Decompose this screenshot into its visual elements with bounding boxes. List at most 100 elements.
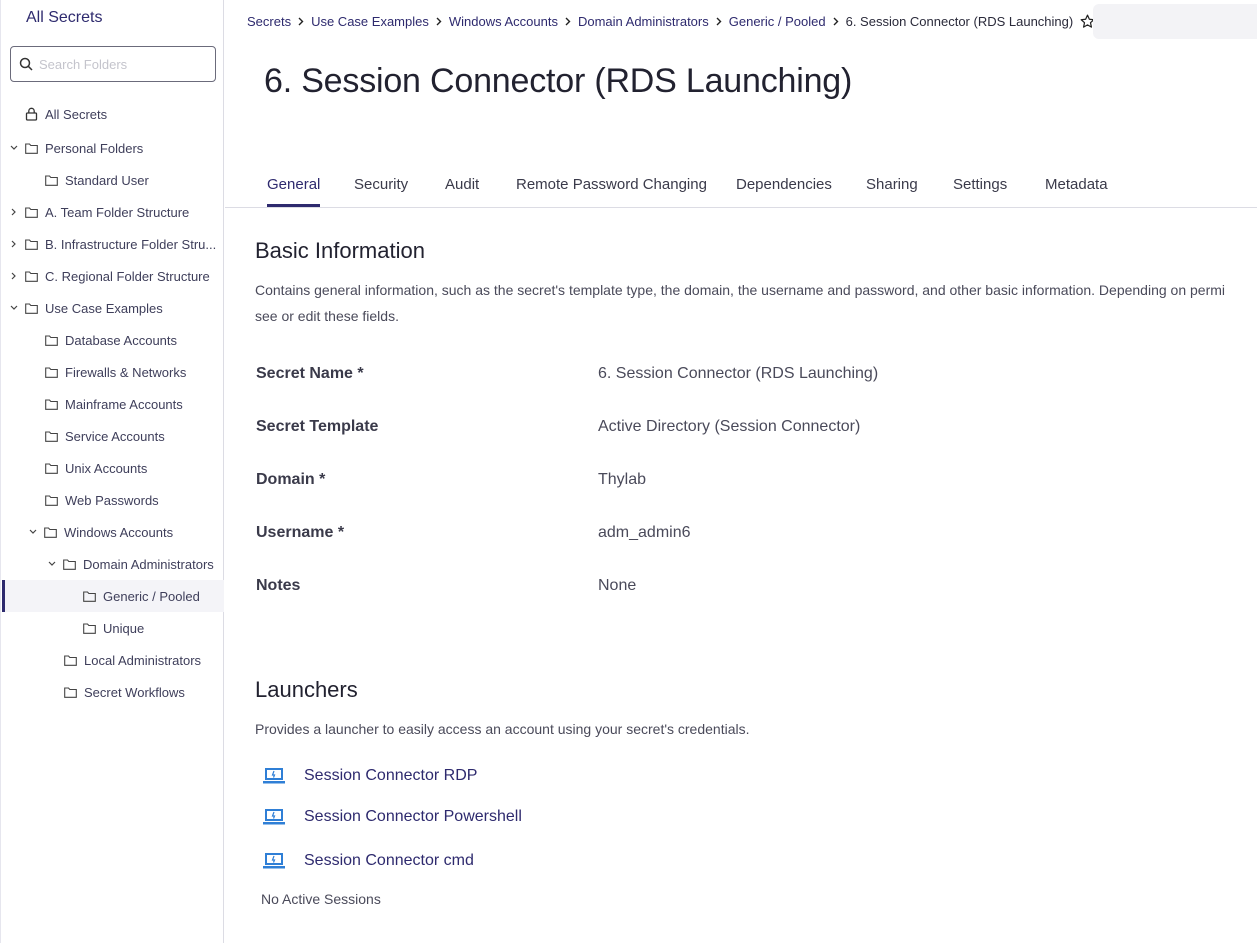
sidebar-item-label: Domain Administrators <box>83 556 214 572</box>
sidebar-item-label: Use Case Examples <box>45 300 163 316</box>
sidebar-item-label: C. Regional Folder Structure <box>45 268 210 284</box>
sidebar-item-unique[interactable]: Unique <box>83 615 144 641</box>
sidebar-item-label: Personal Folders <box>45 140 144 156</box>
lock-icon <box>25 107 38 121</box>
sidebar-item-personal-folders[interactable]: Personal Folders <box>9 135 143 161</box>
sidebar-item-generic-pooled[interactable]: Generic / Pooled <box>83 583 200 609</box>
chevron-right-icon <box>436 17 442 26</box>
folder-icon <box>45 430 58 442</box>
sidebar-item-use-case-examples[interactable]: Use Case Examples <box>9 295 163 321</box>
search-icon <box>19 57 33 71</box>
launcher-label[interactable]: Session Connector cmd <box>304 852 474 870</box>
sidebar-item-secret-workflows[interactable]: Secret Workflows <box>64 679 185 705</box>
sidebar-item-label: Unix Accounts <box>65 460 148 476</box>
chevron-right-icon <box>298 17 304 26</box>
laptop-icon <box>263 768 285 784</box>
sidebar-item-web-passwords[interactable]: Web Passwords <box>45 487 159 513</box>
breadcrumb-link[interactable]: Use Case Examples <box>311 14 429 29</box>
folder-icon <box>63 558 76 570</box>
folder-icon <box>25 270 38 282</box>
chevron-down-icon[interactable] <box>28 529 38 535</box>
launcher-session-connector-cmd[interactable]: Session Connector cmd <box>263 852 474 870</box>
sidebar-item-infrastructure-folder-structure[interactable]: B. Infrastructure Folder Stru... <box>9 231 221 257</box>
sidebar-item-local-administrators[interactable]: Local Administrators <box>64 647 201 673</box>
domain-value: Thylab <box>598 471 647 488</box>
launchers-heading: Launchers <box>255 677 358 702</box>
sidebar-item-label: Database Accounts <box>65 332 178 348</box>
sidebar-item-regional-folder-structure[interactable]: C. Regional Folder Structure <box>9 263 210 289</box>
breadcrumb-link[interactable]: Domain Administrators <box>578 14 709 29</box>
tab-security[interactable]: Security <box>354 176 408 204</box>
chevron-right-icon[interactable] <box>9 208 19 216</box>
secret-name-label: Secret Name * <box>256 365 364 382</box>
sidebar-item-label: Standard User <box>65 172 149 188</box>
sidebar-item-service-accounts[interactable]: Service Accounts <box>45 423 165 449</box>
tab-bar: General Security Audit Remote Password C… <box>225 166 1257 208</box>
sidebar-item-standard-user[interactable]: Standard User <box>45 167 149 193</box>
launcher-label[interactable]: Session Connector RDP <box>304 767 477 785</box>
sidebar-item-label: Windows Accounts <box>64 524 174 540</box>
folder-search-box[interactable] <box>10 46 216 82</box>
folder-icon <box>25 302 38 314</box>
folder-icon <box>83 622 96 634</box>
tab-remote-password-changing[interactable]: Remote Password Changing <box>516 176 707 204</box>
sidebar-item-label: All Secrets <box>45 106 108 122</box>
sidebar-item-label: Firewalls & Networks <box>65 364 187 380</box>
breadcrumb-link[interactable]: Secrets <box>247 14 291 29</box>
tab-audit[interactable]: Audit <box>445 176 479 204</box>
folder-icon <box>25 238 38 250</box>
chevron-down-icon[interactable] <box>47 561 57 567</box>
folder-icon <box>25 142 38 154</box>
sidebar-item-label: B. Infrastructure Folder Stru... <box>45 236 217 252</box>
chevron-right-icon <box>565 17 571 26</box>
breadcrumb-link[interactable]: Windows Accounts <box>449 14 558 29</box>
folder-icon <box>45 366 58 378</box>
tab-general[interactable]: General <box>267 176 321 207</box>
sidebar-item-firewalls-networks[interactable]: Firewalls & Networks <box>45 359 186 385</box>
tab-sharing[interactable]: Sharing <box>866 176 918 204</box>
launcher-label[interactable]: Session Connector Powershell <box>304 808 522 826</box>
secret-name-value: 6. Session Connector (RDS Launching) <box>598 365 879 382</box>
username-label: Username * <box>256 524 345 541</box>
top-search-placeholder[interactable] <box>1093 4 1257 39</box>
sidebar-item-label: Mainframe Accounts <box>65 396 183 412</box>
chevron-down-icon[interactable] <box>9 305 19 311</box>
sidebar-item-team-folder-structure[interactable]: A. Team Folder Structure <box>9 199 189 225</box>
folder-icon <box>45 462 58 474</box>
notes-label: Notes <box>256 577 301 594</box>
laptop-icon <box>263 809 285 825</box>
folder-icon <box>25 206 38 218</box>
breadcrumb-link[interactable]: Generic / Pooled <box>729 14 826 29</box>
folder-icon <box>64 654 77 666</box>
folder-icon <box>45 174 58 186</box>
basic-information-description: Contains general information, such as th… <box>255 282 1225 298</box>
launcher-session-connector-powershell[interactable]: Session Connector Powershell <box>263 808 522 826</box>
sidebar-item-unix-accounts[interactable]: Unix Accounts <box>45 455 147 481</box>
secret-template-value: Active Directory (Session Connector) <box>598 418 861 435</box>
sidebar-item-windows-accounts[interactable]: Windows Accounts <box>28 519 173 545</box>
launcher-session-connector-rdp[interactable]: Session Connector RDP <box>263 767 477 785</box>
domain-label: Domain * <box>256 471 326 488</box>
tab-dependencies[interactable]: Dependencies <box>736 176 832 204</box>
sidebar-item-domain-administrators[interactable]: Domain Administrators <box>47 551 214 577</box>
folder-search-input[interactable] <box>39 56 204 72</box>
folder-icon <box>45 494 58 506</box>
tab-metadata[interactable]: Metadata <box>1045 176 1108 204</box>
tab-settings[interactable]: Settings <box>953 176 1007 204</box>
sidebar-item-all-secrets[interactable]: All Secrets <box>25 101 107 127</box>
chevron-down-icon[interactable] <box>9 145 19 151</box>
breadcrumb-current: 6. Session Connector (RDS Launching) <box>845 14 1074 29</box>
notes-value: None <box>598 577 637 594</box>
chevron-right-icon[interactable] <box>9 240 19 248</box>
sidebar-item-database-accounts[interactable]: Database Accounts <box>45 327 177 353</box>
launchers-description: Provides a launcher to easily access an … <box>255 721 750 737</box>
sidebar-item-label: Unique <box>103 620 145 636</box>
sidebar-item-mainframe-accounts[interactable]: Mainframe Accounts <box>45 391 183 417</box>
chevron-right-icon[interactable] <box>9 272 19 280</box>
chevron-right-icon <box>833 17 839 26</box>
username-value: adm_admin6 <box>598 524 691 541</box>
basic-information-heading: Basic Information <box>255 238 425 263</box>
basic-information-description-continued: see or edit these fields. <box>255 308 399 324</box>
sidebar-title[interactable]: All Secrets <box>26 9 102 27</box>
sidebar-item-label: Generic / Pooled <box>103 588 200 604</box>
